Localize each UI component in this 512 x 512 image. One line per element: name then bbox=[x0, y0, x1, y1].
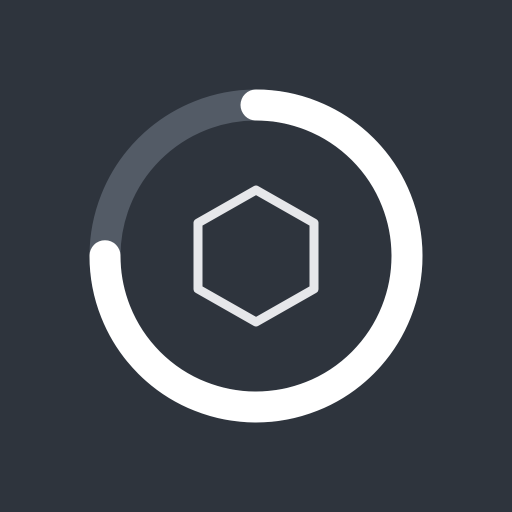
circular-progress-indicator bbox=[89, 89, 423, 423]
progress-screen bbox=[0, 0, 512, 512]
hexagon-outline-icon bbox=[193, 185, 319, 327]
